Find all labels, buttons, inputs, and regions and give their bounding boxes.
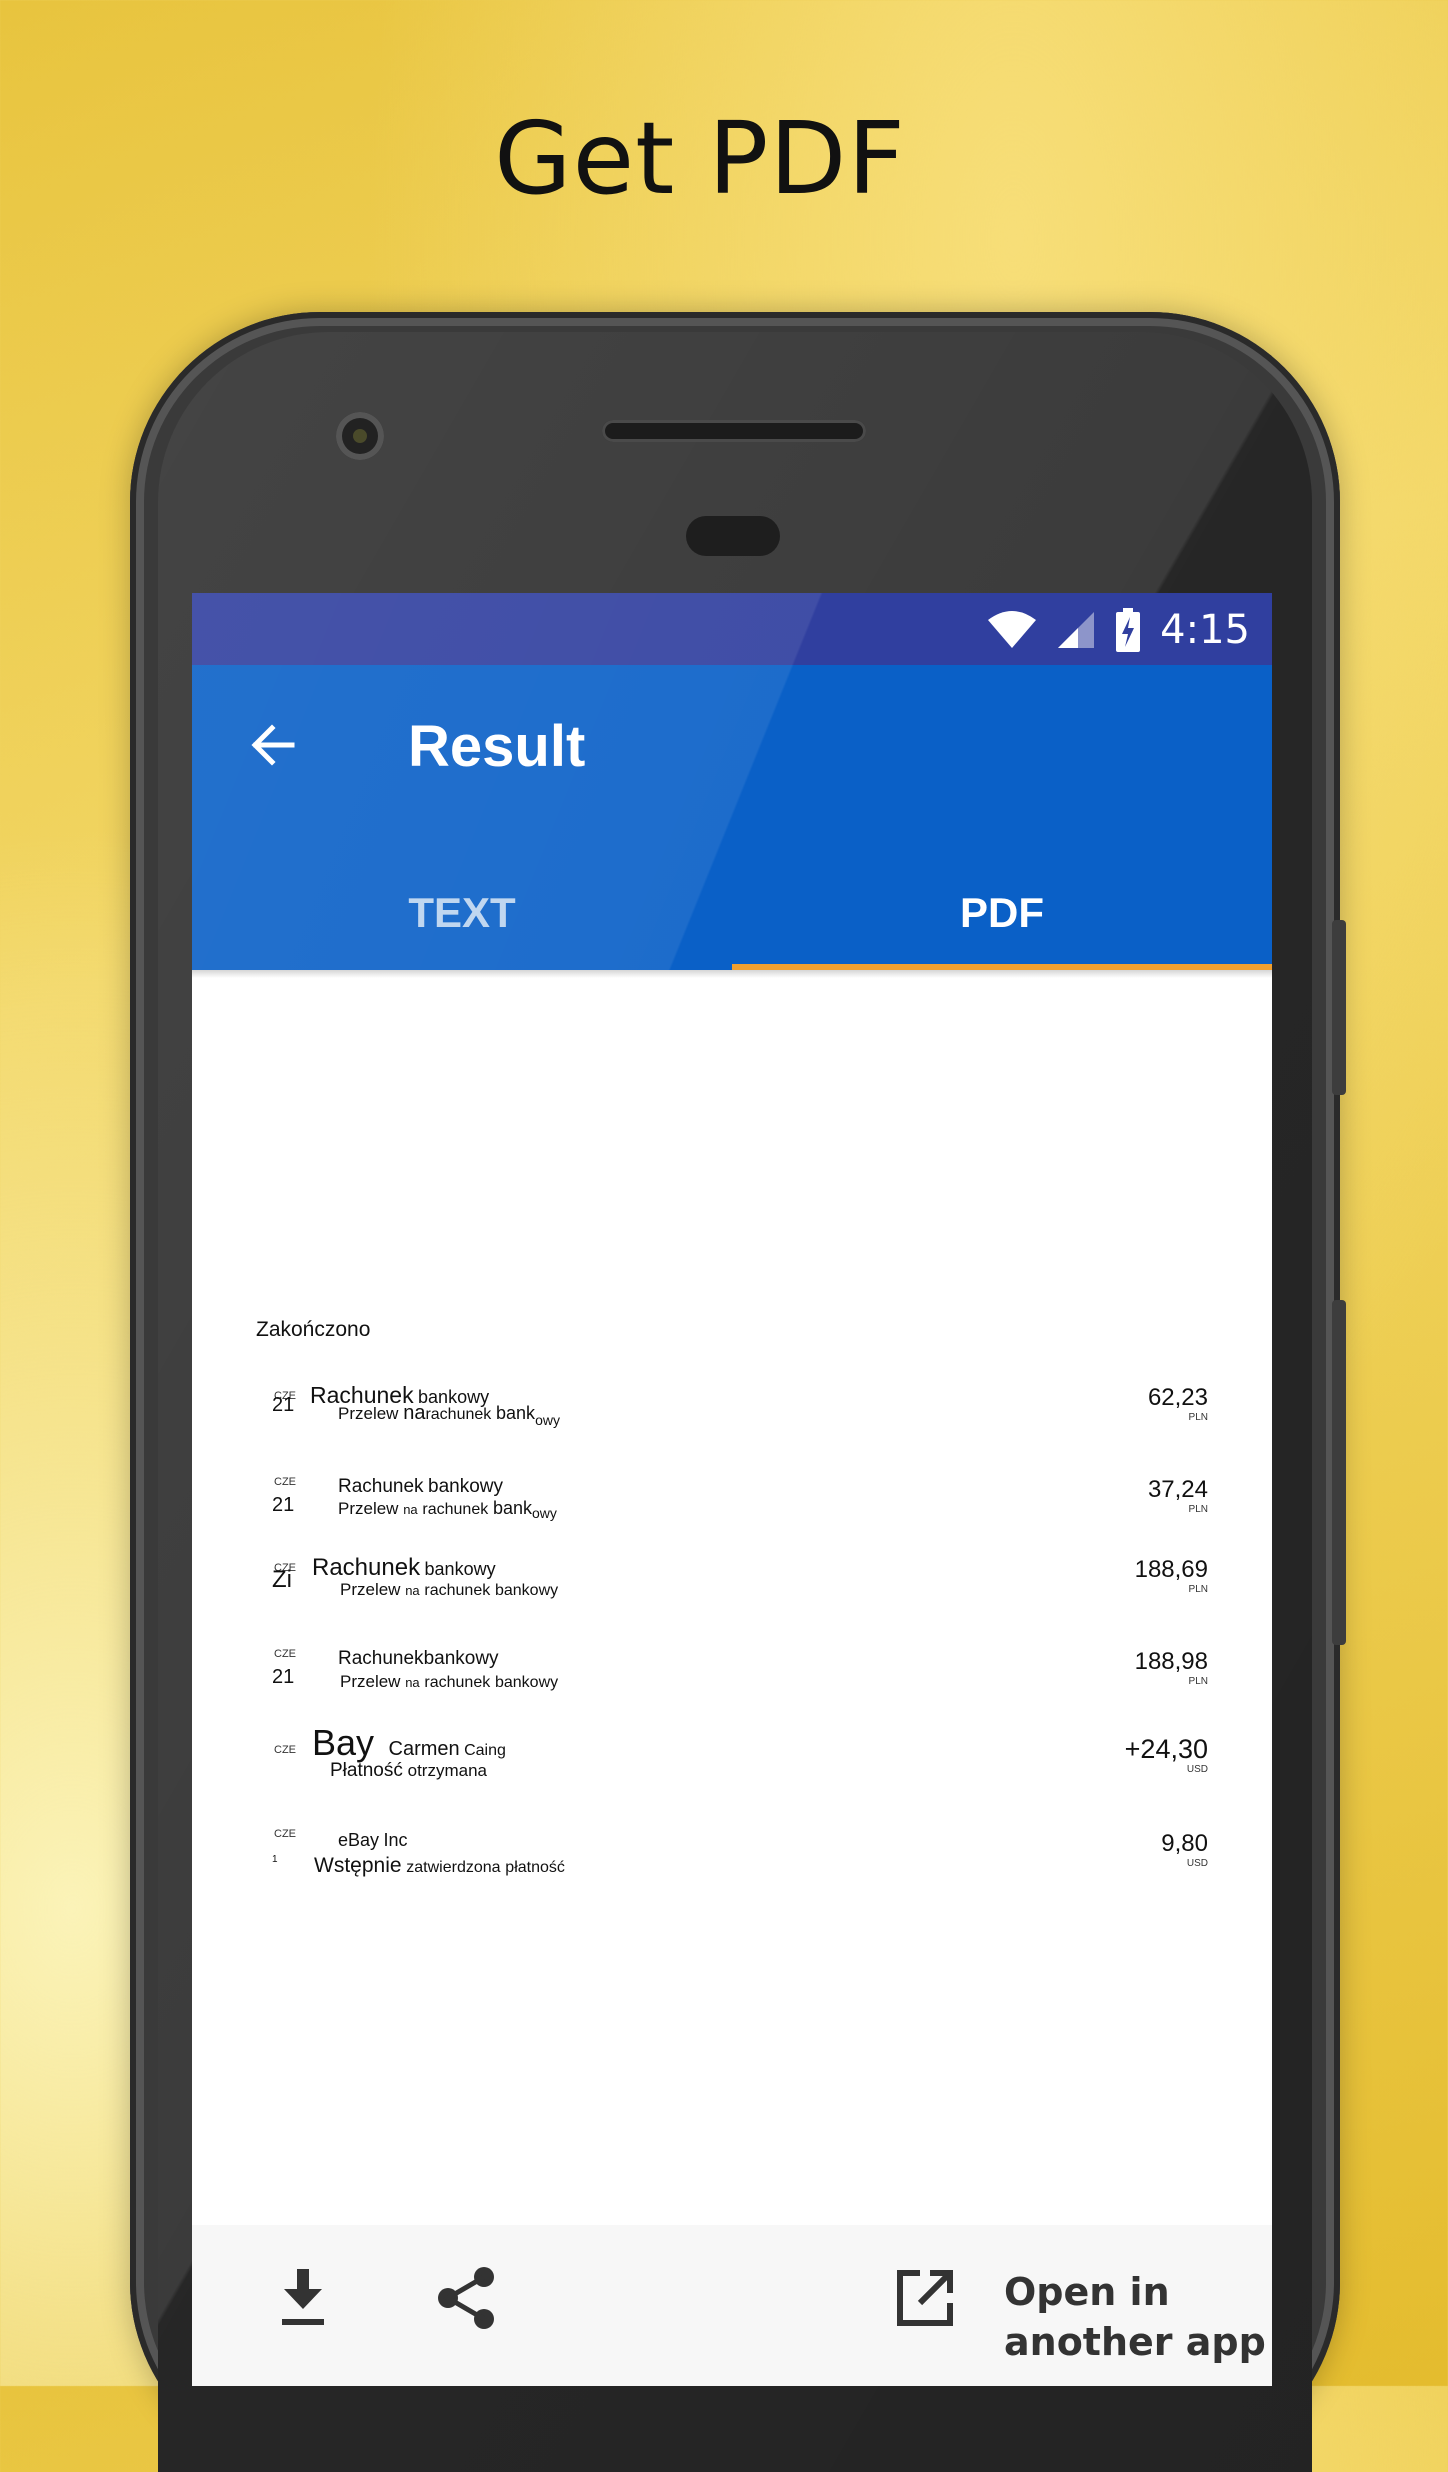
- transaction-title: Rachunek bankowy: [312, 1554, 496, 1581]
- transaction-subtitle: Płatność otrzymana: [330, 1760, 487, 1781]
- transaction-row: CZE 1 eBay Inc Wstępnie zatwierdzona pła…: [192, 1828, 1272, 1908]
- headline: Get PDF: [494, 100, 906, 217]
- transaction-currency: PLN: [1188, 1504, 1208, 1515]
- pdf-status-label: Zakończono: [256, 1318, 371, 1341]
- transaction-amount: 188,98: [1134, 1648, 1208, 1675]
- page-title: Result: [408, 714, 586, 779]
- status-time: 4:15: [1160, 607, 1250, 653]
- transaction-row: CZE Zi Rachunek bankowy Przelew na rachu…: [192, 1554, 1272, 1642]
- transaction-title: Rachunekbankowy: [338, 1648, 499, 1669]
- transaction-month: CZE: [274, 1648, 296, 1660]
- cell-signal-icon: [1058, 612, 1095, 648]
- transaction-currency: PLN: [1188, 1676, 1208, 1687]
- download-icon[interactable]: [280, 2269, 326, 2325]
- transaction-subtitle: Przelew narachunek bankowy: [338, 1402, 560, 1428]
- phone-side-button-top: [1332, 920, 1346, 1095]
- transaction-row: CZE 21 Rachunek bankowy Przelew narachun…: [192, 1382, 1272, 1470]
- wifi-icon: [988, 611, 1037, 648]
- transaction-subtitle: Przelew na rachunek bankowy: [338, 1498, 557, 1521]
- status-bar: 4:15: [192, 593, 1272, 665]
- transaction-day: 21: [272, 1394, 295, 1416]
- tab-text[interactable]: TEXT: [192, 855, 732, 970]
- phone-screen: 4:15 Result TEXT PDF Zakończono CZE 21 R…: [192, 593, 1272, 2386]
- open-label-line1: Open in: [1004, 2270, 1170, 2314]
- transaction-row: CZE 21 Rachunek bankowy Przelew na rachu…: [192, 1476, 1272, 1556]
- transaction-currency: PLN: [1188, 1584, 1208, 1595]
- transaction-amount: 62,23: [1147, 1384, 1208, 1411]
- tab-pdf[interactable]: PDF: [732, 855, 1272, 970]
- app-bar: Result TEXT PDF: [192, 665, 1272, 970]
- proximity-sensor: [686, 516, 780, 556]
- app-bar-shadow: [192, 970, 1272, 978]
- transaction-month: CZE: [274, 1476, 296, 1488]
- transaction-day: 21: [272, 1666, 295, 1688]
- share-icon[interactable]: [438, 2267, 496, 2329]
- transaction-month: CZE: [274, 1744, 296, 1756]
- transaction-subtitle: Przelew na rachunek bankowy: [340, 1580, 559, 1599]
- transaction-title: eBay Inc: [338, 1830, 408, 1850]
- transaction-title: Bay Carmen Caing: [312, 1722, 506, 1763]
- earpiece-speaker: [602, 420, 866, 442]
- transaction-currency: USD: [1186, 1764, 1208, 1775]
- transaction-amount: 188,69: [1134, 1556, 1208, 1583]
- transaction-currency: USD: [1186, 1858, 1208, 1869]
- transaction-row: CZE Bay Carmen Caing Płatność otrzymana …: [192, 1722, 1272, 1820]
- transaction-amount: 37,24: [1147, 1476, 1208, 1503]
- transaction-row: CZE 21 Rachunekbankowy Przelew na rachun…: [192, 1648, 1272, 1728]
- open-label-line2: another app: [1004, 2320, 1266, 2364]
- battery-charging-icon: [1116, 608, 1141, 652]
- transaction-amount: 9,80: [1161, 1830, 1208, 1857]
- transaction-subtitle: Przelew na rachunek bankowy: [340, 1672, 559, 1691]
- transaction-currency: PLN: [1188, 1412, 1208, 1423]
- transaction-day: 1: [272, 1854, 278, 1865]
- pdf-preview[interactable]: Zakończono CZE 21 Rachunek bankowy Przel…: [192, 978, 1272, 2218]
- transaction-amount: +24,30: [1124, 1734, 1208, 1764]
- transaction-day: 21: [272, 1494, 295, 1516]
- back-arrow-icon[interactable]: [244, 715, 304, 775]
- open-in-another-app-button[interactable]: Open in another app: [1004, 2267, 1266, 2367]
- bottom-action-bar: Open in another app: [192, 2225, 1272, 2386]
- transaction-month: CZE: [274, 1828, 296, 1840]
- open-in-new-icon[interactable]: [896, 2269, 954, 2327]
- transaction-subtitle: Wstępnie zatwierdzona płatność: [314, 1854, 565, 1877]
- transaction-day: Zi: [272, 1566, 292, 1593]
- phone-volume-button: [1332, 1300, 1346, 1645]
- transaction-title: Rachunek bankowy: [338, 1476, 504, 1497]
- front-camera: [336, 412, 384, 460]
